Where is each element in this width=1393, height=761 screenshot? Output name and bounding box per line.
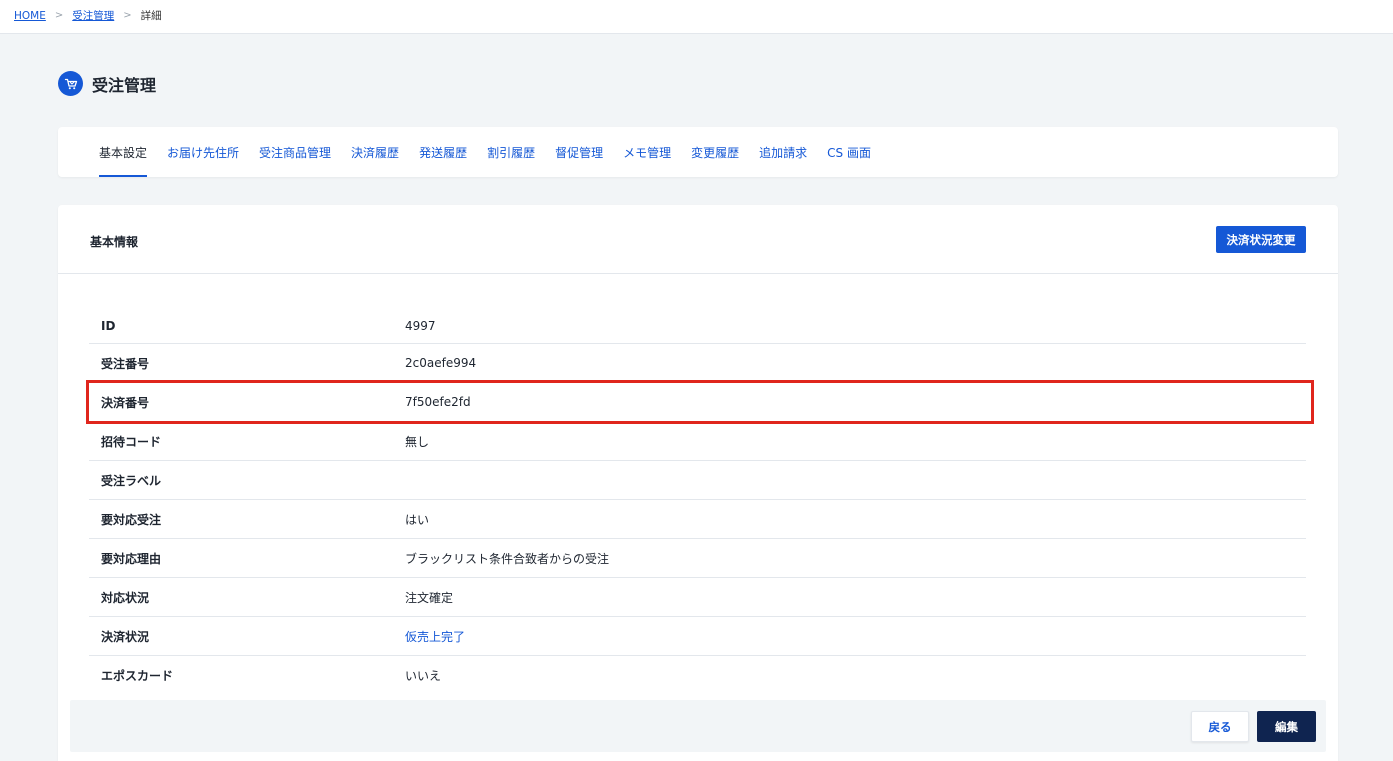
page-title: 受注管理 [92,75,157,95]
basic-info-card: 基本情報 決済状況変更 ID 4997 受注番号 2c0aefe994 決済番号… [58,205,1338,761]
footer-actions: 戻る 編集 [70,700,1326,752]
row-label: 決済状況 [101,629,150,644]
tabs-card: 基本設定 お届け先住所 受注商品管理 決済履歴 発送履歴 割引履歴 督促管理 メ… [58,127,1338,177]
tab-change-history[interactable]: 変更履歴 [691,127,739,177]
tab-dunning[interactable]: 督促管理 [555,127,603,177]
row-label: 対応状況 [101,590,150,605]
row-label: 受注ラベル [101,473,162,488]
table-row: 決済番号 7f50efe2fd [89,383,1306,422]
tab-discount-history[interactable]: 割引履歴 [487,127,535,177]
row-label: 招待コード [101,434,162,449]
table-row: 要対応受注 はい [89,500,1306,539]
breadcrumb-home-link[interactable]: HOME [14,10,46,22]
table-row: 招待コード 無し [89,422,1306,461]
card-title: 基本情報 [90,235,139,249]
row-label: 要対応受注 [101,512,162,527]
table-row: 受注番号 2c0aefe994 [89,344,1306,383]
tab-payment-history[interactable]: 決済履歴 [351,127,399,177]
table-row: ID 4997 [89,308,1306,344]
tab-shipping-history[interactable]: 発送履歴 [419,127,467,177]
back-button[interactable]: 戻る [1191,711,1249,742]
tab-order-items[interactable]: 受注商品管理 [259,127,331,177]
tab-cs-screen[interactable]: CS 画面 [827,127,871,177]
tab-list: 基本設定 お届け先住所 受注商品管理 決済履歴 発送履歴 割引履歴 督促管理 メ… [99,127,891,177]
footer-bar: 戻る 編集 [58,688,1338,761]
edit-button[interactable]: 編集 [1257,711,1316,742]
row-value: 2c0aefe994 [405,356,477,370]
payment-status-link[interactable]: 仮売上完了 [405,628,465,645]
card-header: 基本情報 決済状況変更 [58,205,1338,274]
row-value: 7f50efe2fd [405,395,471,409]
page-header: 受注管理 [58,71,156,96]
row-label: ID [101,318,116,333]
tab-delivery-address[interactable]: お届け先住所 [167,127,239,177]
row-value: いいえ [405,669,442,683]
table-row: 決済状況 仮売上完了 [89,617,1306,656]
row-label: 決済番号 [101,395,150,410]
info-table: ID 4997 受注番号 2c0aefe994 決済番号 7f50efe2fd … [89,308,1306,695]
cart-icon [58,71,83,96]
row-label: エポスカード [101,669,174,683]
row-label: 要対応理由 [101,551,162,566]
row-value: 無し [405,434,430,449]
table-row: 対応状況 注文確定 [89,578,1306,617]
row-value: はい [405,512,430,527]
tab-basic-settings[interactable]: 基本設定 [99,127,148,177]
breadcrumb-current: 詳細 [140,10,162,22]
breadcrumb-separator: > [54,10,64,21]
breadcrumb-separator: > [123,10,132,21]
row-value: 注文確定 [405,590,454,605]
row-label: 受注番号 [101,356,150,371]
table-row: 受注ラベル [89,461,1306,500]
top-bar: HOME > 受注管理 > 詳細 [0,0,1393,34]
row-value: 4997 [405,318,436,333]
row-value: ブラックリスト条件合致者からの受注 [405,551,610,566]
breadcrumb: HOME > 受注管理 > 詳細 [14,8,162,23]
tab-additional-billing[interactable]: 追加請求 [759,127,807,177]
breadcrumb-orders-link[interactable]: 受注管理 [72,8,114,23]
change-payment-status-button[interactable]: 決済状況変更 [1216,226,1306,253]
tab-memo[interactable]: メモ管理 [623,127,671,177]
table-row: 要対応理由 ブラックリスト条件合致者からの受注 [89,539,1306,578]
